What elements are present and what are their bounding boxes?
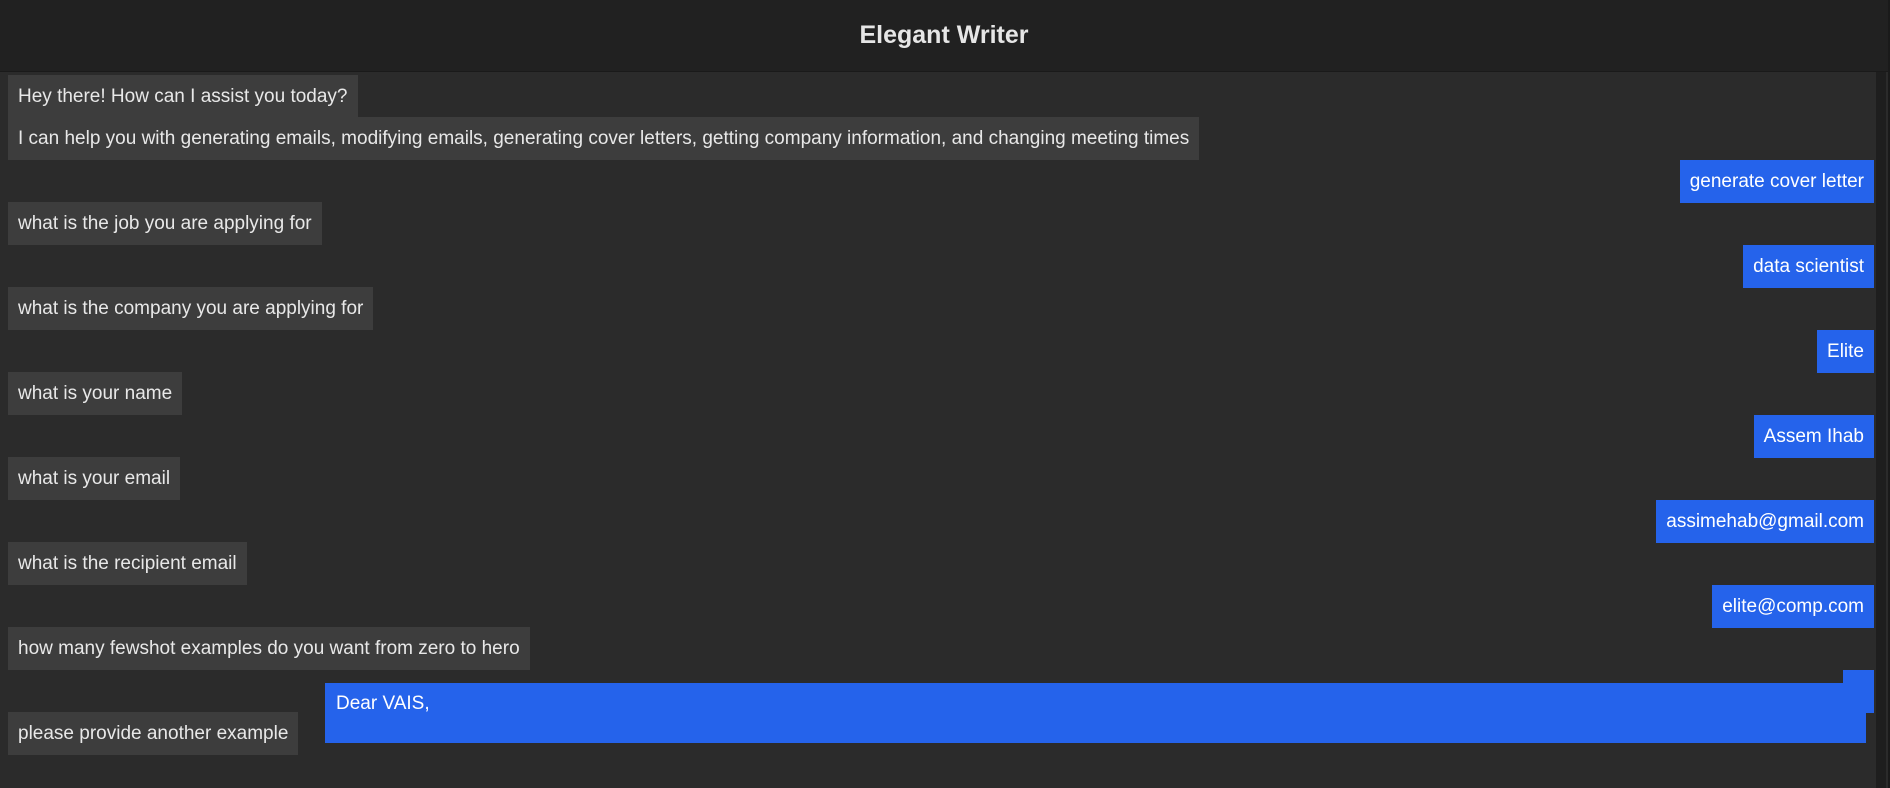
bot-message-text: what is the recipient email — [8, 542, 247, 585]
user-message-text: elite@comp.com — [1712, 585, 1874, 628]
bot-message: what is the job you are applying for — [8, 202, 1874, 245]
user-message: Assem Ihab — [8, 415, 1874, 458]
app-title: Elegant Writer — [859, 21, 1029, 49]
bot-message-text: what is the company you are applying for — [8, 287, 374, 330]
bot-message-text: what is your name — [8, 372, 183, 415]
bot-message: what is the company you are applying for — [8, 287, 1874, 330]
app-window: Elegant Writer Hey there! How can I assi… — [0, 0, 1890, 788]
bot-message: what is your name — [8, 372, 1874, 415]
bot-message: Hey there! How can I assist you today? — [8, 75, 1874, 118]
bot-message-text: I can help you with generating emails, m… — [8, 117, 1200, 160]
bot-message-text: what is your email — [8, 457, 181, 500]
bot-message-text: what is the job you are applying for — [8, 202, 322, 245]
user-message: data scientist — [8, 245, 1874, 288]
user-message: generate cover letter — [8, 160, 1874, 203]
cover-letter-message: Dear VAIS, — [325, 683, 1866, 743]
chat-scrollbar[interactable] — [1876, 72, 1886, 788]
user-message: assimehab@gmail.com — [8, 500, 1874, 543]
bot-message-text: how many fewshot examples do you want fr… — [8, 627, 530, 670]
chat-log[interactable]: Hey there! How can I assist you today? I… — [8, 72, 1874, 788]
user-message-text: data scientist — [1743, 245, 1874, 288]
bot-message: what is the recipient email — [8, 542, 1874, 585]
user-message: Elite — [8, 330, 1874, 373]
cover-letter-text: Dear VAIS, — [336, 693, 430, 714]
bot-message: I can help you with generating emails, m… — [8, 117, 1874, 160]
user-message-text: Assem Ihab — [1753, 415, 1874, 458]
bot-message-text: please provide another example — [8, 712, 299, 755]
user-message-text: generate cover letter — [1679, 160, 1874, 203]
user-message-text: assimehab@gmail.com — [1656, 500, 1874, 543]
user-message-text: Elite — [1817, 330, 1874, 373]
bot-message-text: Hey there! How can I assist you today? — [8, 75, 358, 118]
bot-message: how many fewshot examples do you want fr… — [8, 627, 1874, 670]
user-message: elite@comp.com — [8, 585, 1874, 628]
bot-message: what is your email — [8, 457, 1874, 500]
app-header: Elegant Writer — [0, 0, 1888, 72]
